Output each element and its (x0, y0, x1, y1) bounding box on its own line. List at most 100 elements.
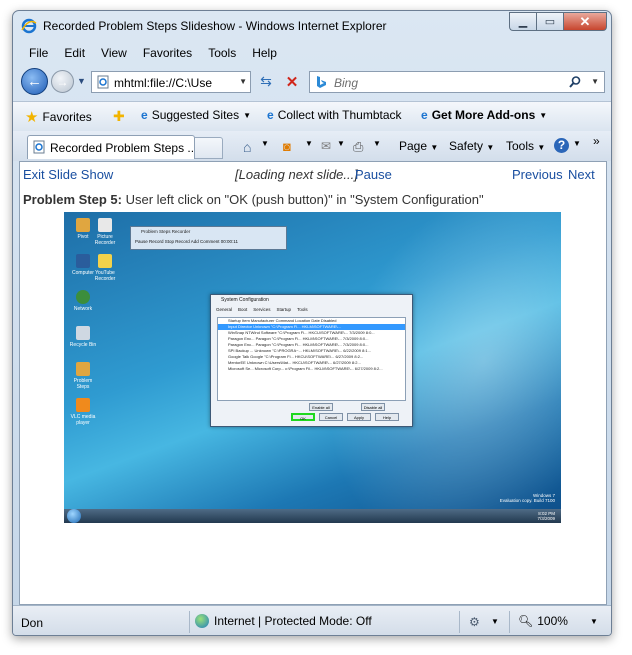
taskbar: Windows 7 Evaluation copy. Build 7100 8:… (64, 493, 561, 523)
tab-active[interactable]: Recorded Problem Steps ... (27, 135, 198, 159)
help-icon[interactable]: ? (554, 138, 569, 153)
computer-icon (76, 254, 90, 268)
search-icon[interactable] (568, 75, 582, 89)
search-placeholder: Bing (334, 76, 359, 90)
desktop-icon: Problem Steps (68, 362, 98, 390)
list-item: Microsoft Se... Microsoft Corp... c:\Pro… (228, 366, 383, 371)
feeds-icon[interactable]: ◙ (283, 139, 291, 154)
status-divider (459, 611, 460, 633)
close-icon: ✕ (579, 13, 591, 29)
desktop-icon: YouTube Recorder (90, 254, 120, 282)
search-box[interactable]: Bing ▼ (309, 71, 605, 93)
print-dropdown-icon[interactable]: ▼ (373, 139, 381, 148)
ie-page-icon: e (421, 108, 428, 122)
address-bar[interactable]: mhtml:file://C:\Use ▼ (91, 71, 251, 93)
stop-icon[interactable]: ✕ (283, 73, 301, 91)
back-button[interactable]: ← (21, 68, 48, 95)
desktop-icon-label: Problem Steps (73, 378, 93, 390)
more-commands-icon[interactable]: » (593, 134, 600, 148)
add-favorites-button[interactable]: ✚ (113, 108, 125, 125)
desktop-icon-label: Pivot (77, 234, 89, 240)
menu-edit[interactable]: Edit (56, 44, 93, 62)
address-dropdown-icon[interactable]: ▼ (239, 77, 247, 86)
taskbar-clock: 8:02 PM 7/3/2009 (537, 511, 555, 521)
thumbtack-label: Collect with Thumbtack (277, 108, 402, 122)
mail-dropdown-icon[interactable]: ▼ (337, 139, 345, 148)
recent-pages-dropdown[interactable]: ▼ (77, 76, 86, 86)
get-addons-button[interactable]: e Get More Add-ons ▼ (421, 108, 547, 122)
status-divider (189, 611, 190, 633)
page-content: Exit Slide Show [Loading next slide...] … (19, 161, 607, 605)
page-menu[interactable]: Page ▼ (399, 139, 438, 153)
chevron-down-icon: ▼ (537, 143, 546, 152)
ok-button: OK (291, 413, 315, 421)
navigation-bar: ← → ▼ mhtml:file://C:\Use ▼ ⇆ ✕ Bing ▼ (17, 67, 609, 97)
menu-tools[interactable]: Tools (200, 44, 244, 62)
tab-row: Recorded Problem Steps ... ⌂ ▼ ◙ ▼ ✉ ▼ ⎙… (13, 131, 611, 161)
network-icon (76, 290, 90, 304)
menu-favorites[interactable]: Favorites (135, 44, 200, 62)
maximize-icon: ▭ (544, 16, 556, 28)
ie-page-icon: e (141, 108, 148, 122)
print-icon[interactable]: ⎙ (353, 139, 363, 155)
page-icon (97, 75, 109, 89)
security-zone-label: Internet | Protected Mode: Off (214, 614, 372, 628)
start-orb-icon (67, 509, 81, 523)
dialog-title: System Configuration (221, 297, 269, 303)
enable-all-button: Enable all (309, 403, 333, 411)
page-menu-label: Page (399, 139, 428, 153)
menu-bar: File Edit View Favorites Tools Help (21, 44, 285, 62)
protection-icon[interactable]: ⚙ (469, 615, 480, 629)
dialog-tab: Boot (238, 307, 248, 312)
mail-icon[interactable]: ✉ (321, 139, 331, 153)
maximize-button[interactable]: ▭ (536, 12, 563, 31)
dialog-tab: Startup (276, 307, 292, 312)
chevron-down-icon[interactable]: ▼ (491, 617, 499, 626)
previous-link[interactable]: Previous (512, 167, 563, 182)
chevron-down-icon: ▼ (486, 143, 495, 152)
exit-slideshow-link[interactable]: Exit Slide Show (23, 167, 113, 182)
dialog-tab: General (216, 307, 233, 312)
ie-window: Recorded Problem Steps Slideshow - Windo… (12, 10, 612, 636)
safety-menu[interactable]: Safety ▼ (449, 139, 494, 153)
refresh-icon[interactable]: ⇆ (257, 73, 275, 91)
favorites-bar: ★ Favorites ✚ e Suggested Sites ▼ e Coll… (13, 101, 611, 131)
next-link[interactable]: Next (568, 167, 595, 182)
close-button[interactable]: ✕ (563, 12, 607, 31)
step-description: Problem Step 5: User left click on "OK (… (23, 192, 484, 207)
dialog-tab: Tools (297, 307, 308, 312)
system-configuration-dialog: System Configuration General Boot Servic… (210, 294, 413, 427)
forward-button[interactable]: → (51, 70, 74, 93)
zoom-icon: 🔍︎ (518, 614, 534, 628)
desktop-icon-label: VLC media player (70, 414, 96, 426)
desktop-icon: Picture Recorder (90, 218, 120, 246)
favorites-button[interactable]: ★ Favorites (25, 108, 92, 126)
security-zone[interactable]: Internet | Protected Mode: Off (195, 614, 372, 628)
pause-link[interactable]: Pause (355, 167, 392, 182)
feeds-dropdown-icon[interactable]: ▼ (305, 139, 313, 148)
menu-file[interactable]: File (21, 44, 56, 62)
dialog-buttons: OK Cancel Apply Help (291, 413, 399, 421)
new-tab-button[interactable] (195, 137, 223, 159)
tab-label: Recorded Problem Steps ... (50, 141, 198, 155)
star-icon: ★ (25, 109, 39, 126)
menu-view[interactable]: View (93, 44, 135, 62)
tools-menu[interactable]: Tools ▼ (506, 139, 545, 153)
chevron-down-icon: ▼ (430, 143, 439, 152)
title-bar[interactable]: Recorded Problem Steps Slideshow - Windo… (13, 11, 611, 41)
thumbtack-link[interactable]: e Collect with Thumbtack (267, 108, 402, 122)
disable-all-button: Disable all (361, 403, 385, 411)
home-dropdown-icon[interactable]: ▼ (261, 139, 269, 148)
suggested-sites-button[interactable]: e Suggested Sites ▼ (141, 108, 251, 122)
desktop-icon-label: YouTube Recorder (94, 270, 116, 282)
desktop-icon-label: Picture Recorder (94, 234, 116, 246)
menu-help[interactable]: Help (244, 44, 285, 62)
cancel-button: Cancel (319, 413, 343, 421)
window-title: Recorded Problem Steps Slideshow - Windo… (43, 19, 387, 33)
zoom-control[interactable]: 🔍︎ 100% ▼ (518, 614, 598, 628)
dialog-tab: Services (253, 307, 271, 312)
help-dropdown-icon[interactable]: ▼ (573, 139, 581, 148)
minimize-button[interactable]: ▁ (509, 12, 536, 31)
search-dropdown-icon[interactable]: ▼ (591, 77, 599, 86)
home-icon[interactable]: ⌂ (243, 139, 251, 155)
